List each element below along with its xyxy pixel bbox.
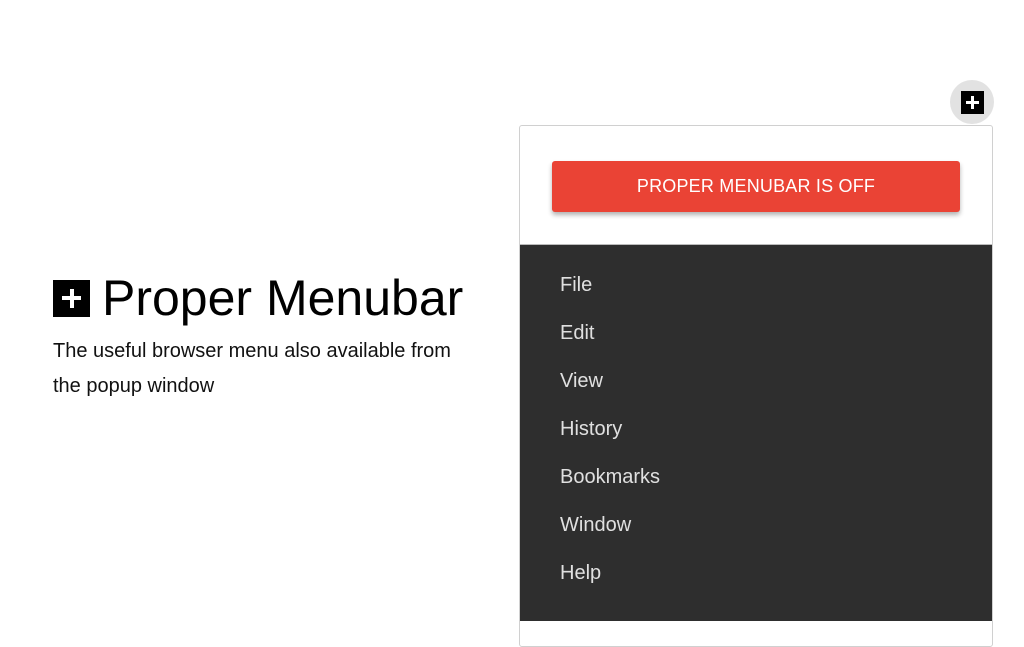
page-description: The useful browser menu also available f… (53, 340, 451, 397)
menu-item-help[interactable]: Help (520, 549, 992, 597)
plus-logo-icon (53, 279, 90, 317)
page-title: Proper Menubar (53, 270, 493, 326)
menu-item-edit[interactable]: Edit (520, 309, 992, 357)
menu-item-window[interactable]: Window (520, 501, 992, 549)
popup-window: PROPER MENUBAR IS OFF File Edit View His… (519, 125, 993, 647)
plus-icon (960, 90, 984, 114)
menu-list: File Edit View History Bookmarks Window … (520, 244, 992, 621)
toggle-menubar-button[interactable]: PROPER MENUBAR IS OFF (552, 161, 960, 212)
menu-item-view[interactable]: View (520, 357, 992, 405)
extension-button[interactable] (950, 80, 994, 124)
popup-header: PROPER MENUBAR IS OFF (520, 126, 992, 244)
menu-item-bookmarks[interactable]: Bookmarks (520, 453, 992, 501)
menu-item-history[interactable]: History (520, 405, 992, 453)
hero-section: Proper Menubar The useful browser menu a… (53, 270, 493, 404)
page-title-text: Proper Menubar (102, 270, 464, 326)
menu-item-file[interactable]: File (520, 261, 992, 309)
